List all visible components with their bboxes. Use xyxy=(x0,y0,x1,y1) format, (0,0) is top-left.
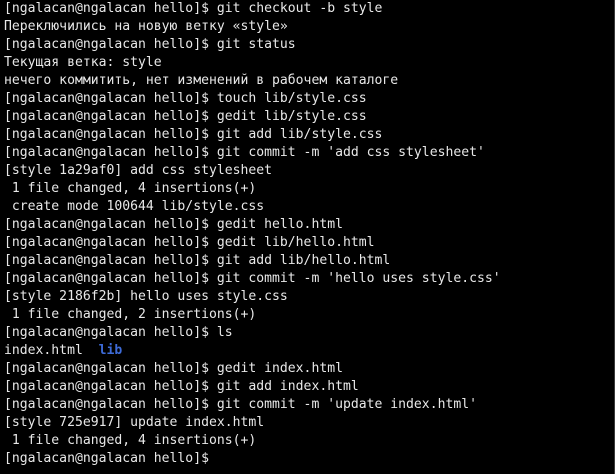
terminal-line: [ngalacan@ngalacan hello]$ git commit -m… xyxy=(4,397,477,412)
terminal-line: 1 file changed, 2 insertions(+) xyxy=(4,307,257,322)
terminal-output: [ngalacan@ngalacan hello]$ git checkout … xyxy=(4,0,614,468)
terminal-prompt-line[interactable]: [ngalacan@ngalacan hello]$ xyxy=(4,450,614,468)
ls-directory-entry: lib xyxy=(98,343,123,358)
terminal-line: Текущая ветка: style xyxy=(4,55,162,70)
terminal-line: [style 725e917] update index.html xyxy=(4,415,265,430)
terminal-line: [ngalacan@ngalacan hello]$ touch lib/sty… xyxy=(4,91,367,106)
terminal-prompt: [ngalacan@ngalacan hello]$ xyxy=(4,451,209,466)
terminal-line: [ngalacan@ngalacan hello]$ gedit index.h… xyxy=(4,361,343,376)
terminal-window[interactable]: [ngalacan@ngalacan hello]$ git checkout … xyxy=(0,0,615,474)
terminal-line: [ngalacan@ngalacan hello]$ git commit -m… xyxy=(4,271,501,286)
terminal-line: [ngalacan@ngalacan hello]$ git add lib/s… xyxy=(4,127,383,142)
terminal-line: нечего коммитить, нет изменений в рабоче… xyxy=(4,73,399,88)
ls-file-entry: index.html xyxy=(4,343,83,358)
terminal-line: 1 file changed, 4 insertions(+) xyxy=(4,433,257,448)
ls-output-line: index.html lib xyxy=(4,342,614,360)
terminal-line: [style 1a29af0] add css stylesheet xyxy=(4,163,273,178)
terminal-line: [ngalacan@ngalacan hello]$ git commit -m… xyxy=(4,145,485,160)
terminal-line: 1 file changed, 4 insertions(+) xyxy=(4,181,257,196)
text-cursor xyxy=(209,452,210,466)
terminal-line: [ngalacan@ngalacan hello]$ gedit lib/hel… xyxy=(4,235,375,250)
terminal-line: [ngalacan@ngalacan hello]$ ls xyxy=(4,325,233,340)
terminal-line: [ngalacan@ngalacan hello]$ git status xyxy=(4,37,296,52)
terminal-line: [style 2186f2b] hello uses style.css xyxy=(4,289,288,304)
terminal-line: [ngalacan@ngalacan hello]$ git add index… xyxy=(4,379,359,394)
terminal-line: [ngalacan@ngalacan hello]$ gedit lib/sty… xyxy=(4,109,367,124)
terminal-line: [ngalacan@ngalacan hello]$ gedit hello.h… xyxy=(4,217,343,232)
terminal-line: create mode 100644 lib/style.css xyxy=(4,199,265,214)
terminal-line: Переключились на новую ветку «style» xyxy=(4,19,288,34)
terminal-line: [ngalacan@ngalacan hello]$ git add lib/h… xyxy=(4,253,391,268)
terminal-line: [ngalacan@ngalacan hello]$ git checkout … xyxy=(4,1,383,16)
